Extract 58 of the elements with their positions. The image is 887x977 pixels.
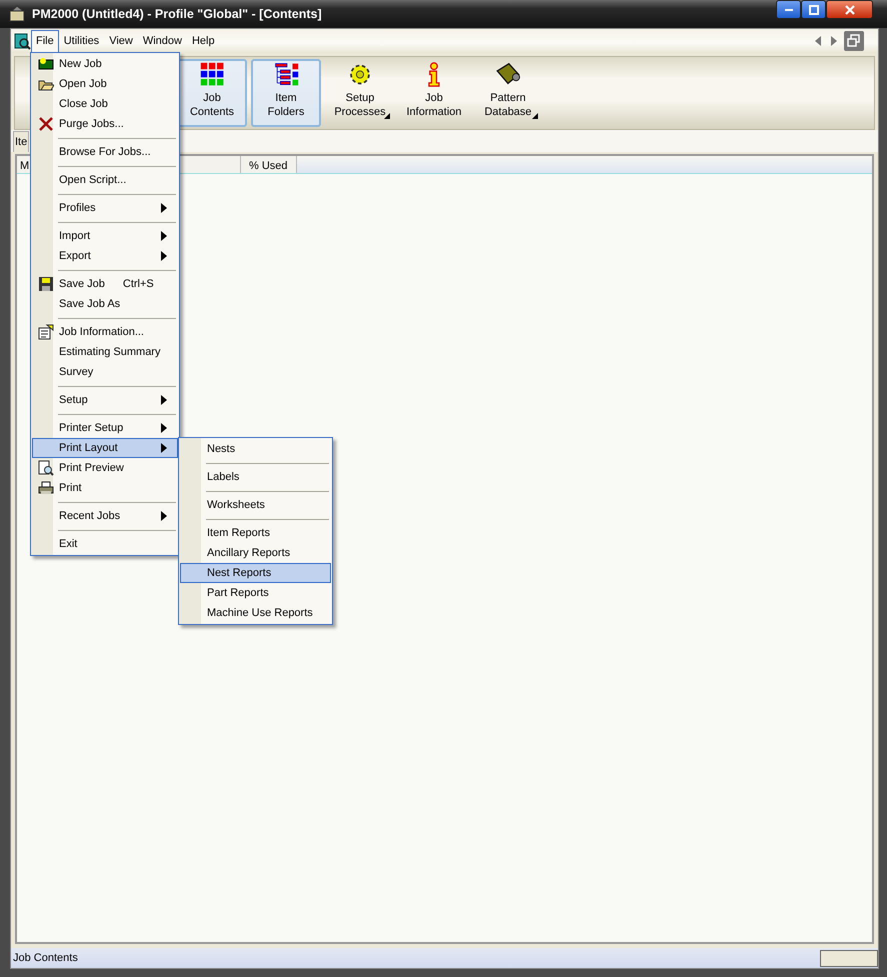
menu-item[interactable]: Printer Setup [32,418,178,438]
cross-icon [38,116,54,132]
minimize-icon [784,8,792,10]
printer-icon [38,480,54,496]
toolbar-button[interactable]: Pattern Database [473,59,543,127]
column-header[interactable]: % Used [241,156,297,173]
restore-icon[interactable] [844,31,864,51]
menu-item[interactable]: Nest Reports [180,563,331,583]
menu-item[interactable]: Ancillary Reports [180,543,331,563]
menu[interactable]: View [104,30,138,52]
magnifier-icon [38,460,54,476]
document-icon [13,32,31,50]
toolbar-button[interactable]: Job Information [399,59,469,127]
menu-item[interactable]: Setup [32,390,178,410]
menu-item[interactable]: Worksheets [180,495,331,515]
menu-item[interactable]: Import [32,226,178,246]
maximize-button[interactable] [801,0,826,19]
shortcut-label: Ctrl+S [122,276,154,292]
menu-item[interactable]: Machine Use Reports [180,603,331,623]
document-icon [38,324,54,340]
menu[interactable]: Window [138,30,187,52]
toolbar-button[interactable]: Job Contents [177,59,247,127]
menu-item[interactable]: Labels [180,467,331,487]
menu-item[interactable]: Save Job As [32,294,178,314]
menu[interactable]: Utilities [58,30,104,52]
menu-item[interactable]: Close Job [32,94,178,114]
menu[interactable]: Help [186,30,220,52]
close-icon [844,4,854,14]
menu-item[interactable]: Survey [32,362,178,382]
menu-item[interactable]: Browse For Jobs... [32,142,178,162]
close-button[interactable] [826,0,873,19]
menu-item[interactable]: Job Information... [32,322,178,342]
menu-item[interactable]: Save Job Ctrl+S [32,274,178,294]
toolbar-button[interactable]: Item Folders [251,59,321,127]
menu-item[interactable]: Recent Jobs [32,506,178,526]
menu-item[interactable]: Print [32,478,178,498]
menu-item[interactable]: Profiles [32,198,178,218]
status-text: Job Contents [13,950,78,966]
menu-item[interactable]: Print Preview [32,458,178,478]
menu-item[interactable]: Estimating Summary [32,342,178,362]
card-icon [38,56,54,72]
minimize-button[interactable] [776,0,801,19]
window-title: PM2000 (Untitled4) - Profile "Global" - [Contents] [32,6,322,23]
menu-item[interactable]: Part Reports [180,583,331,603]
menu-item[interactable]: Export [32,246,178,266]
menu[interactable]: File [31,30,59,52]
menu-item[interactable]: Nests [180,439,331,459]
maximize-icon [808,4,818,14]
menu-item[interactable]: Open Script... [32,170,178,190]
app-icon [8,5,26,23]
menu-item[interactable]: New Job [32,54,178,74]
tab[interactable]: Ite [13,130,30,152]
menu-item[interactable]: Purge Jobs... [32,114,178,134]
menu-item[interactable]: Print Layout [32,438,178,458]
menu-item[interactable]: Open Job [32,74,178,94]
menu-item[interactable]: Exit [32,534,178,554]
menu-item[interactable]: Item Reports [180,523,331,543]
toolbar-button[interactable]: Setup Processes [325,59,395,127]
